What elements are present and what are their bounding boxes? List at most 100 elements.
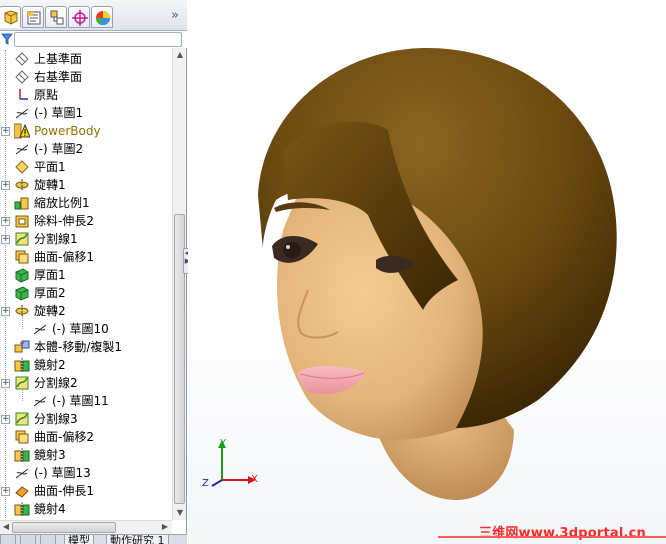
tree-horizontal-scrollbar[interactable]: ◀ ▶ [0,520,172,534]
split-line-icon [14,231,30,247]
expand-toggle-icon[interactable]: + [1,415,10,424]
tab-configuration-manager[interactable] [45,6,67,28]
feature-tree-item[interactable]: 鏡射3 [0,446,172,464]
origin-icon [14,87,30,103]
feature-tree-item-label: (-) 草圖13 [34,466,91,480]
watermark: 三维网www.3dportal.cn [188,518,666,544]
axis-z-label: Z [202,478,209,489]
sketch-icon [14,105,30,121]
feature-tree-item-label: 分割線1 [34,232,78,246]
feature-tree-item[interactable]: 厚面2 [0,284,172,302]
thicken-icon [14,267,30,283]
tab-model[interactable]: 模型 [64,535,94,544]
feature-tree-item-label: 旋轉1 [34,178,66,192]
feature-tree-item[interactable]: + 分割線2 [0,374,172,392]
revolve-icon [14,177,30,193]
tab-dimxpert-manager[interactable] [68,6,90,28]
bottom-tab-bar: 模型 動作研究 1 [0,534,187,544]
expand-toggle-icon[interactable]: + [1,379,10,388]
feature-tree-item[interactable]: + PowerBody [0,122,172,140]
feature-tree: 上基準面 右基準面 原點 (-) 草圖1 + PowerBody (-) 草圖2 平面1 + 旋轉… [0,50,172,520]
feature-tree-item-label: 曲面-伸長1 [34,484,94,498]
feature-tree-item[interactable]: + 旋轉1 [0,176,172,194]
feature-tree-item-label: (-) 草圖2 [34,142,84,156]
more-tabs-chevron[interactable]: » [168,8,182,24]
feature-tree-item-label: 鏡射4 [34,502,66,516]
offset-surface-icon [14,249,30,265]
tab-motion-study-1[interactable]: 動作研究 1 [106,535,169,544]
feature-tree-item[interactable]: (-) 草圖11 [0,388,172,410]
display-manager-icon [95,11,111,26]
feature-tree-item-label: 曲面-偏移2 [34,430,94,444]
feature-tree-item-label: 鏡射2 [34,358,66,372]
feature-tree-item-label: (-) 草圖1 [34,106,84,120]
horizontal-scroll-thumb[interactable] [12,522,116,533]
feature-tree-item[interactable]: 上基準面 [0,50,172,68]
scroll-down-icon[interactable]: ▼ [175,508,185,518]
plane-feature-icon [14,159,30,175]
expand-toggle-icon[interactable]: + [1,181,10,190]
scroll-left-icon[interactable]: ◀ [1,522,11,532]
sketch-icon [32,321,48,337]
feature-tree-item-label: 上基準面 [34,52,83,66]
axis-x-label: X [251,474,258,485]
sketch-icon [14,141,30,157]
feature-tree-item[interactable]: 右基準面 [0,68,172,86]
tab-property-manager[interactable] [22,6,44,28]
feature-tree-item[interactable]: 原點 [0,86,172,104]
feature-tree-item[interactable]: + 分割線3 [0,410,172,428]
feature-tree-item-label: 本體-移動/複製1 [34,340,123,354]
feature-tree-item[interactable]: + 除料-伸長2 [0,212,172,230]
feature-tree-item-label: 厚面2 [34,286,66,300]
extrude-surface-icon [14,483,30,499]
feature-tree-item[interactable]: (-) 草圖1 [0,104,172,122]
filter-input[interactable] [14,32,182,47]
bottom-tab-blank-2[interactable] [20,535,36,544]
feature-tree-item[interactable]: 鏡射2 [0,356,172,374]
tab-display-manager[interactable] [91,6,113,28]
move-copy-body-icon [14,339,30,355]
feature-manager-icon [4,10,18,25]
bottom-tab-blank-1[interactable] [0,535,16,544]
feature-tree-item[interactable]: (-) 草圖10 [0,316,172,338]
feature-tree-item[interactable]: (-) 草圖13 [0,464,172,482]
feature-tree-item[interactable]: + 分割線1 [0,230,172,248]
feature-tree-item-label: 鏡射3 [34,448,66,462]
feature-tree-item[interactable]: 縮放比例1 [0,194,172,212]
graphics-viewport[interactable]: Y X Z 三维网www.3dportal.cn [188,0,666,544]
scroll-up-icon[interactable]: ▲ [175,50,185,60]
feature-tree-item-label: 分割線2 [34,376,78,390]
bottom-tab-blank-3[interactable] [40,535,56,544]
feature-tree-item[interactable]: 厚面1 [0,266,172,284]
feature-tree-item-label: 平面1 [34,160,66,174]
feature-tree-item[interactable]: 平面1 [0,158,172,176]
expand-toggle-icon[interactable]: + [1,127,10,136]
expand-toggle-icon[interactable]: + [1,217,10,226]
thicken-icon [14,285,30,301]
feature-tree-item[interactable]: 曲面-偏移2 [0,428,172,446]
feature-tree-item-label: (-) 草圖11 [52,394,109,408]
feature-tree-item[interactable]: 曲面-偏移1 [0,248,172,266]
expand-toggle-icon[interactable]: + [1,487,10,496]
feature-tree-item[interactable]: 本體-移動/複製1 [0,338,172,356]
feature-tree-item-label: PowerBody [34,124,101,138]
filter-icon[interactable] [1,33,13,45]
feature-tree-item-label: 原點 [34,88,59,102]
expand-toggle-icon[interactable]: + [1,307,10,316]
filter-bar [0,31,187,48]
sketch-icon [14,465,30,481]
tree-vertical-scrollbar[interactable]: ▲ ▼ [172,48,186,520]
axis-y-label: Y [220,438,227,449]
tab-feature-manager[interactable] [0,6,21,28]
feature-tree-item[interactable]: + 旋轉2 [0,302,172,320]
feature-tree-item-label: 曲面-偏移1 [34,250,94,264]
expand-toggle-icon[interactable]: + [1,235,10,244]
scroll-right-icon[interactable]: ▶ [160,522,170,532]
feature-tree-item[interactable]: (-) 草圖2 [0,140,172,158]
feature-manager-panel: » 上基準面右基準面原點 (-) 草圖1 + PowerBody (-) 草圖2 平面1 +… [0,0,187,544]
feature-tree-item[interactable]: + 曲面-伸長1 [0,482,172,500]
scale-icon [14,195,30,211]
mirror-icon [14,357,30,373]
feature-tree-item[interactable]: 鏡射4 [0,500,172,518]
sketch-icon [32,393,48,409]
